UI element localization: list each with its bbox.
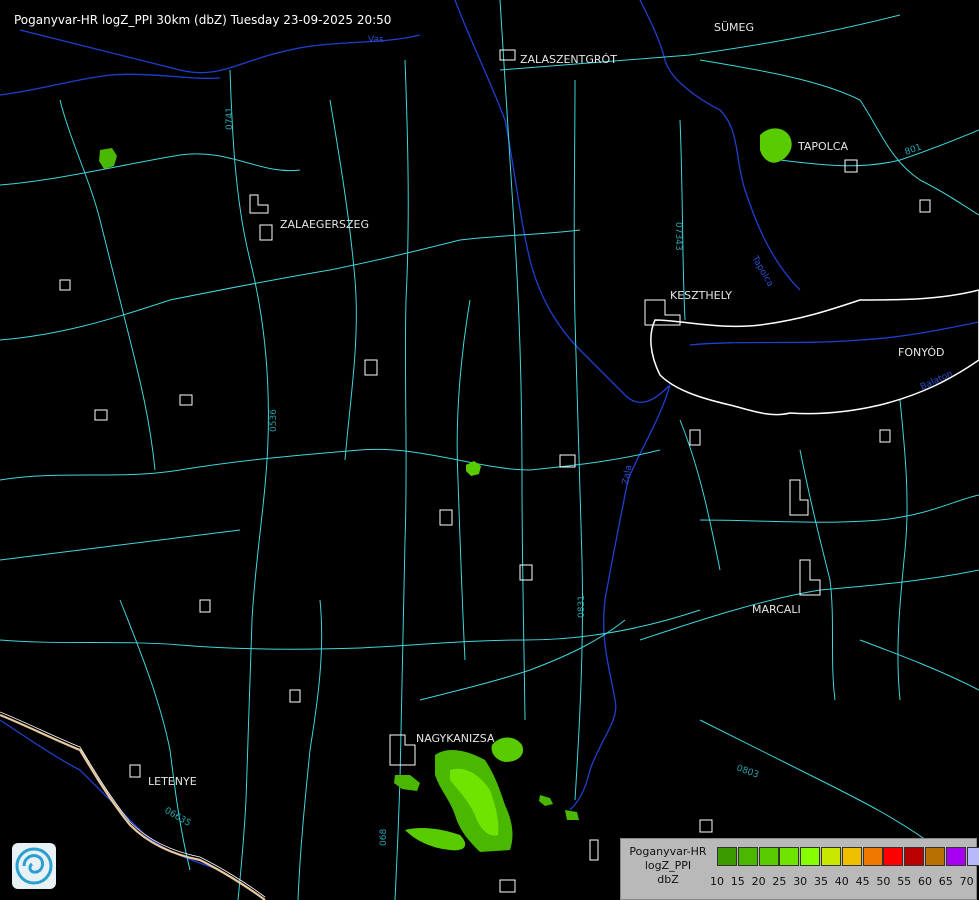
legend-line3: dbZ [657, 873, 679, 886]
legend-swatch-10 [717, 847, 737, 866]
river-label-balaton: Balaton [919, 369, 954, 393]
legend-swatch-20 [758, 847, 779, 866]
legend-swatch-55 [904, 847, 925, 866]
legend-swatch-45 [862, 847, 883, 866]
legend-tick-65: 65 [938, 875, 953, 888]
city-label-sumeg: SÜMEG [714, 21, 754, 34]
legend-swatch-50 [883, 847, 904, 866]
legend-tick-30: 30 [793, 875, 808, 888]
legend-swatch-60 [925, 847, 945, 866]
legend-tick-45: 45 [855, 875, 870, 888]
echo-se2 [565, 810, 579, 820]
river-labels: Vas Zala Tapolca Balaton [368, 35, 954, 486]
road-label-068: 068 [379, 829, 389, 846]
legend-tick-40: 40 [834, 875, 849, 888]
legend-tick-55: 55 [897, 875, 912, 888]
city-label-tapolca: TAPOLCA [797, 140, 848, 153]
echo-tapolca [760, 128, 792, 163]
echo-ne [491, 737, 524, 762]
legend-swatch-15 [737, 847, 758, 866]
hungarian-met-service-logo [12, 843, 56, 889]
legend-tick-25: 25 [772, 875, 787, 888]
legend-swatch-30 [800, 847, 821, 866]
legend-swatch-65 [945, 847, 966, 866]
city-label-nagykanizsa: NAGYKANIZSA [416, 732, 495, 745]
city-label-fonyod: FONYÓD [898, 346, 944, 359]
city-label-marcali: MARCALI [752, 603, 801, 616]
legend-tick-70: 70 [959, 875, 974, 888]
road-label-0741: 0741 [225, 107, 235, 130]
city-label-keszthely: KESZTHELY [670, 289, 732, 302]
river-label-zala: Zala [621, 464, 634, 485]
city-label-zalaegerszeg: ZALAEGERSZEG [280, 218, 369, 231]
map-title: Poganyvar-HR logZ_PPI 30km (dbZ) Tuesday… [14, 13, 392, 27]
legend-tick-20: 20 [751, 875, 766, 888]
river-label-tapolca: Tapolca [749, 254, 775, 289]
road-label-0536: 0536 [269, 409, 279, 432]
legend-line2: logZ_PPI [644, 859, 692, 872]
echo-south-left [405, 827, 466, 851]
city-labels: SÜMEG ZALASZENTGRÓT TAPOLCA ZALAEGERSZEG… [148, 21, 944, 788]
echo-se1 [539, 795, 553, 806]
legend-swatch-35 [821, 847, 841, 866]
road-label-0831: 0831 [577, 595, 587, 618]
echo-west [99, 148, 117, 169]
echo-center [466, 461, 481, 476]
legend-tick-10: 10 [710, 875, 724, 888]
dbz-legend: Poganyvar-HR logZ_PPI dbZ 10 15 20 25 30 35 40… [620, 838, 979, 900]
legend-line1: Poganyvar-HR [629, 845, 707, 858]
legend-tick-35: 35 [814, 875, 828, 888]
legend-swatch-25 [779, 847, 800, 866]
road-label-0803: 0803 [735, 763, 760, 780]
echo-sw [394, 775, 420, 791]
legend-tick-60: 60 [918, 875, 932, 888]
legend-tick-50: 50 [876, 875, 891, 888]
river-label-vas: Vas [368, 35, 384, 45]
legend-swatch-70 [966, 847, 979, 866]
legend-swatch-40 [841, 847, 862, 866]
road-labels: 0741 07343 0536 0831 0803 06635 068 801 [163, 107, 924, 846]
settlements [59, 49, 931, 893]
city-label-letenye: LETENYE [148, 775, 197, 788]
road-label-06635: 06635 [163, 806, 193, 829]
legend-tick-15: 15 [730, 875, 745, 888]
radar-map: SÜMEG ZALASZENTGRÓT TAPOLCA ZALAEGERSZEG… [0, 0, 979, 900]
road-label-07343: 07343 [673, 222, 683, 251]
roads [0, 0, 979, 900]
city-label-zalaszentgrot: ZALASZENTGRÓT [520, 53, 617, 66]
